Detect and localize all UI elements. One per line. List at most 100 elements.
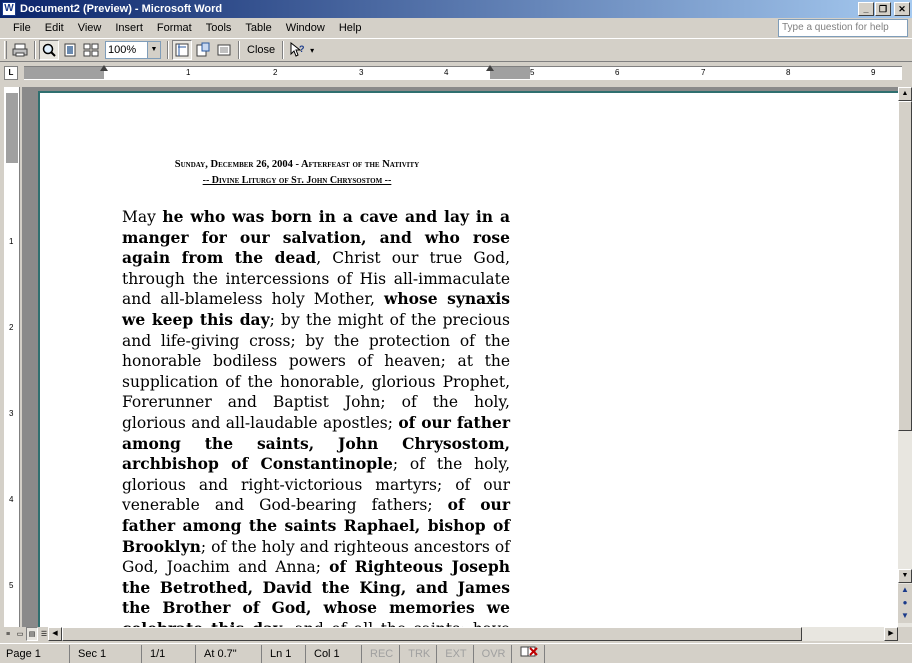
status-ovr[interactable]: OVR bbox=[476, 644, 513, 663]
toolbar-separator bbox=[34, 41, 36, 59]
status-column: Col 1 bbox=[308, 644, 362, 663]
ruler-number: 9 bbox=[871, 68, 876, 77]
horizontal-scrollbar[interactable]: ◀ ▶ bbox=[48, 627, 898, 641]
ruler-right-margin bbox=[490, 67, 530, 79]
toolbar-separator bbox=[238, 41, 240, 59]
multiple-pages-icon bbox=[83, 43, 99, 57]
vruler-number: 2 bbox=[9, 323, 14, 332]
scroll-down-button[interactable]: ▼ bbox=[898, 569, 912, 583]
toolbar-options-chevron-icon[interactable]: ▾ bbox=[308, 46, 314, 55]
status-page-count: 1/1 bbox=[144, 644, 196, 663]
ruler-left-margin bbox=[24, 67, 104, 79]
menu-view[interactable]: View bbox=[71, 18, 109, 38]
scroll-right-button[interactable]: ▶ bbox=[884, 627, 898, 641]
vertical-scrollbar[interactable]: ▲ ▼ ▲ ● ▼ bbox=[898, 87, 912, 627]
book-check-icon bbox=[520, 646, 539, 656]
document-body-paragraph[interactable]: May he who was born in a cave and lay in… bbox=[122, 207, 510, 627]
print-layout-view-icon[interactable]: ▤ bbox=[26, 627, 38, 641]
status-section: Sec 1 bbox=[72, 644, 142, 663]
close-preview-button[interactable]: Close bbox=[243, 40, 279, 60]
menu-help[interactable]: Help bbox=[332, 18, 369, 38]
toolbar-separator bbox=[282, 41, 285, 59]
zoom-value: 100% bbox=[108, 44, 137, 56]
horizontal-ruler[interactable]: 1 2 3 4 5 6 7 8 9 bbox=[24, 65, 902, 80]
status-rec[interactable]: REC bbox=[364, 644, 401, 663]
window-controls: _ ❐ ✕ bbox=[857, 2, 910, 16]
shrink-to-fit-icon bbox=[196, 42, 210, 57]
menu-tools[interactable]: Tools bbox=[199, 18, 239, 38]
scroll-up-button[interactable]: ▲ bbox=[898, 87, 912, 101]
next-page-button[interactable]: ▼ bbox=[898, 610, 912, 623]
horizontal-ruler-area: L 1 2 3 4 5 6 7 8 9 bbox=[0, 63, 912, 83]
magnifier-icon bbox=[42, 43, 56, 57]
word-app-icon[interactable]: W bbox=[2, 2, 16, 16]
vruler-number: 1 bbox=[9, 237, 14, 246]
ruler-number: 3 bbox=[359, 68, 364, 77]
status-bar: Page 1 Sec 1 1/1 At 0.7" Ln 1 Col 1 REC … bbox=[0, 643, 912, 663]
print-preview-toolbar: 100% ▼ Close ? ▾ bbox=[0, 38, 912, 62]
menu-window[interactable]: Window bbox=[279, 18, 332, 38]
one-page-button[interactable] bbox=[60, 40, 80, 60]
document-heading-liturgy: -- Divine Liturgy of St. John Chrysostom… bbox=[202, 175, 392, 186]
one-page-icon bbox=[64, 43, 76, 57]
ruler-icon bbox=[175, 43, 189, 57]
select-browse-object-button[interactable]: ● bbox=[898, 597, 912, 610]
view-buttons: ≡ ▭ ▤ ☰ bbox=[2, 627, 50, 641]
toolbar-grip[interactable] bbox=[4, 41, 7, 59]
view-ruler-button[interactable] bbox=[172, 40, 192, 60]
vertical-ruler-top-margin bbox=[6, 93, 18, 163]
left-indent-marker[interactable] bbox=[100, 65, 108, 71]
scroll-left-button[interactable]: ◀ bbox=[48, 627, 62, 641]
help-question-input[interactable]: Type a question for help bbox=[778, 19, 908, 37]
whats-this-help-button[interactable]: ? bbox=[287, 40, 307, 60]
vruler-number: 5 bbox=[9, 581, 14, 590]
normal-view-icon[interactable]: ≡ bbox=[2, 627, 14, 641]
status-ext[interactable]: EXT bbox=[439, 644, 474, 663]
menu-format[interactable]: Format bbox=[150, 18, 199, 38]
body-text-segment: May bbox=[122, 208, 163, 226]
full-screen-button[interactable] bbox=[214, 40, 234, 60]
status-line: Ln 1 bbox=[264, 644, 306, 663]
status-at: At 0.7" bbox=[198, 644, 262, 663]
horizontal-scroll-row: ≡ ▭ ▤ ☰ ◀ ▶ bbox=[0, 627, 912, 641]
menu-edit[interactable]: Edit bbox=[38, 18, 71, 38]
ruler-number: 8 bbox=[786, 68, 791, 77]
chevron-down-icon[interactable]: ▼ bbox=[147, 42, 160, 58]
right-indent-marker[interactable] bbox=[486, 65, 494, 71]
print-button[interactable] bbox=[10, 40, 30, 60]
menu-file[interactable]: File bbox=[6, 18, 38, 38]
ruler-number: 6 bbox=[615, 68, 620, 77]
menu-table[interactable]: Table bbox=[238, 18, 278, 38]
vertical-scroll-thumb[interactable] bbox=[898, 101, 912, 431]
vertical-ruler[interactable]: 1 2 3 4 5 bbox=[4, 87, 20, 627]
horizontal-scroll-thumb[interactable] bbox=[62, 627, 802, 641]
restore-button[interactable]: ❐ bbox=[875, 2, 891, 16]
ruler-number: 4 bbox=[444, 68, 449, 77]
svg-text:?: ? bbox=[299, 44, 305, 54]
ruler-number: 7 bbox=[701, 68, 706, 77]
multiple-pages-button[interactable] bbox=[81, 40, 101, 60]
vruler-number: 4 bbox=[9, 495, 14, 504]
help-pointer-icon: ? bbox=[290, 42, 305, 57]
document-viewport[interactable]: Sunday, December 26, 2004 - Afterfeast o… bbox=[22, 87, 898, 627]
zoom-select[interactable]: 100% ▼ bbox=[105, 41, 161, 59]
document-page[interactable]: Sunday, December 26, 2004 - Afterfeast o… bbox=[38, 91, 898, 627]
spelling-grammar-status-icon[interactable] bbox=[514, 644, 546, 663]
tab-selector[interactable]: L bbox=[4, 66, 18, 80]
full-screen-icon bbox=[217, 44, 231, 56]
vruler-number: 3 bbox=[9, 409, 14, 418]
shrink-to-fit-button[interactable] bbox=[193, 40, 213, 60]
window-title: Document2 (Preview) - Microsoft Word bbox=[20, 3, 223, 15]
previous-page-button[interactable]: ▲ bbox=[898, 584, 912, 597]
close-window-button[interactable]: ✕ bbox=[894, 2, 910, 16]
status-page: Page 1 bbox=[0, 644, 70, 663]
ruler-number: 1 bbox=[186, 68, 191, 77]
menu-insert[interactable]: Insert bbox=[108, 18, 150, 38]
title-bar: W Document2 (Preview) - Microsoft Word _… bbox=[0, 0, 912, 18]
magnifier-button[interactable] bbox=[39, 40, 59, 60]
minimize-button[interactable]: _ bbox=[858, 2, 874, 16]
ruler-number: 5 bbox=[530, 68, 535, 77]
status-trk[interactable]: TRK bbox=[402, 644, 438, 663]
document-heading-date: Sunday, December 26, 2004 - Afterfeast o… bbox=[174, 159, 420, 170]
web-layout-view-icon[interactable]: ▭ bbox=[14, 627, 26, 641]
